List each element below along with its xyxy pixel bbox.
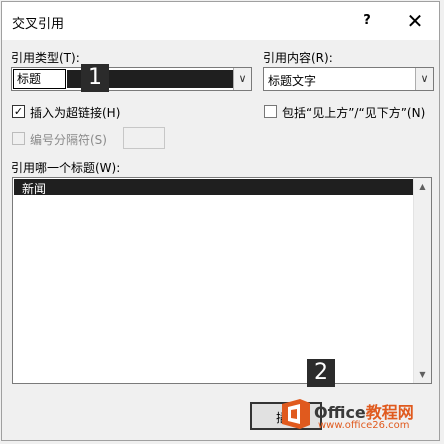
ref-content-select[interactable]: 标题文字 ∨	[263, 67, 434, 91]
watermark-url: www.office26.com	[318, 420, 410, 431]
include-above-below-checkbox[interactable]	[264, 105, 277, 118]
heading-listbox[interactable]: 新闻 ▲ ▼	[12, 177, 432, 384]
dialog-title: 交叉引用	[12, 17, 65, 32]
include-above-below-label: 包括“见上方”/“见下方”(N)	[282, 106, 426, 120]
step-badge-2: 2	[307, 359, 335, 387]
step-badge-1: 1	[81, 64, 109, 92]
ref-type-value: 标题	[13, 69, 66, 89]
watermark: Office教程网 www.office26.com	[272, 396, 434, 436]
office-logo-icon	[282, 399, 310, 429]
title-bar: 交叉引用 ? ✕	[2, 2, 439, 40]
scroll-down-icon[interactable]: ▼	[414, 366, 431, 383]
ref-content-value: 标题文字	[268, 74, 317, 88]
number-separator-label: 编号分隔符(S)	[30, 133, 107, 147]
help-button[interactable]: ?	[355, 10, 379, 32]
chevron-down-icon[interactable]: ∨	[233, 68, 251, 90]
vertical-scrollbar[interactable]: ▲ ▼	[413, 178, 431, 383]
list-item[interactable]: 新闻	[14, 179, 413, 196]
chevron-down-icon[interactable]: ∨	[415, 68, 433, 90]
close-button[interactable]: ✕	[402, 8, 428, 34]
number-separator-input[interactable]	[123, 127, 165, 149]
hyperlink-label: 插入为超链接(H)	[30, 106, 121, 120]
hyperlink-checkbox[interactable]: ✓	[12, 105, 25, 118]
ref-type-select[interactable]: 标题 ∨	[11, 67, 252, 91]
number-separator-checkbox[interactable]	[12, 132, 25, 145]
which-heading-label: 引用哪一个标题(W):	[11, 161, 121, 175]
cross-reference-dialog: 交叉引用 ? ✕ 引用类型(T): 标题 ∨ 引用内容(R): 标题文字 ∨ ✓…	[1, 1, 440, 441]
ref-content-label: 引用内容(R):	[263, 51, 333, 65]
ref-type-label: 引用类型(T):	[11, 51, 80, 65]
scroll-up-icon[interactable]: ▲	[414, 178, 431, 195]
